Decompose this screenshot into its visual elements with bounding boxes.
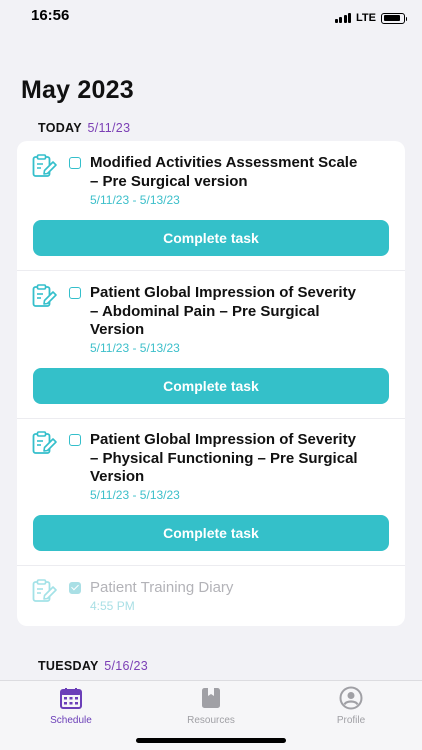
tab-resources[interactable]: Resources (161, 686, 261, 726)
battery-icon (381, 12, 407, 24)
task-item: Modified Activities Assessment Scale – P… (17, 141, 405, 270)
battery-level (383, 15, 400, 21)
tab-schedule[interactable]: Schedule (21, 686, 121, 726)
task-dates: 5/11/23 - 5/13/23 (90, 341, 180, 355)
complete-task-button[interactable]: Complete task (33, 515, 389, 551)
clipboard-edit-icon (32, 284, 57, 307)
clipboard-edit-icon (32, 154, 57, 177)
signal-icon (334, 13, 352, 23)
tab-label: Schedule (50, 715, 92, 726)
task-dates: 5/11/23 - 5/13/23 (90, 488, 180, 502)
home-indicator[interactable] (136, 738, 286, 743)
next-day-header: TUESDAY 5/16/23 (38, 659, 148, 673)
task-item: Patient Global Impression of Severity – … (17, 419, 405, 565)
task-card: Modified Activities Assessment Scale – P… (17, 141, 405, 626)
clipboard-edit-icon (32, 579, 57, 602)
task-dates: 5/11/23 - 5/13/23 (90, 193, 180, 207)
book-icon (202, 688, 220, 708)
task-checkbox[interactable] (69, 434, 81, 446)
task-title: Patient Training Diary (90, 579, 234, 596)
task-title: Modified Activities Assessment Scale – P… (90, 154, 358, 190)
tab-label: Profile (336, 715, 366, 726)
today-label: TODAY (38, 121, 82, 135)
complete-task-button[interactable]: Complete task (33, 220, 389, 256)
today-header: TODAY 5/11/23 (38, 121, 130, 135)
task-item: Patient Global Impression of Severity – … (17, 271, 405, 418)
network-label: LTE (356, 12, 376, 24)
profile-icon (339, 686, 363, 710)
task-checkbox[interactable] (69, 157, 81, 169)
task-title: Patient Global Impression of Severity – … (90, 284, 356, 338)
complete-task-button[interactable]: Complete task (33, 368, 389, 404)
status-bar: 16:56 LTE (0, 0, 422, 36)
status-indicators: LTE (334, 12, 407, 24)
calendar-icon (60, 688, 82, 709)
status-time: 16:56 (31, 7, 70, 24)
next-day-date: 5/16/23 (104, 659, 149, 673)
task-checkbox-checked[interactable] (69, 582, 81, 594)
task-item-completed[interactable]: Patient Training Diary 4:55 PM (17, 566, 405, 626)
tab-profile[interactable]: Profile (301, 686, 401, 726)
task-time: 4:55 PM (90, 599, 135, 613)
next-day-label: TUESDAY (38, 659, 99, 673)
tab-label: Resources (187, 715, 235, 726)
task-title: Patient Global Impression of Severity – … (90, 431, 358, 485)
month-title: May 2023 (21, 76, 134, 104)
task-checkbox[interactable] (69, 287, 81, 299)
clipboard-edit-icon (32, 431, 57, 454)
today-date: 5/11/23 (87, 121, 131, 135)
